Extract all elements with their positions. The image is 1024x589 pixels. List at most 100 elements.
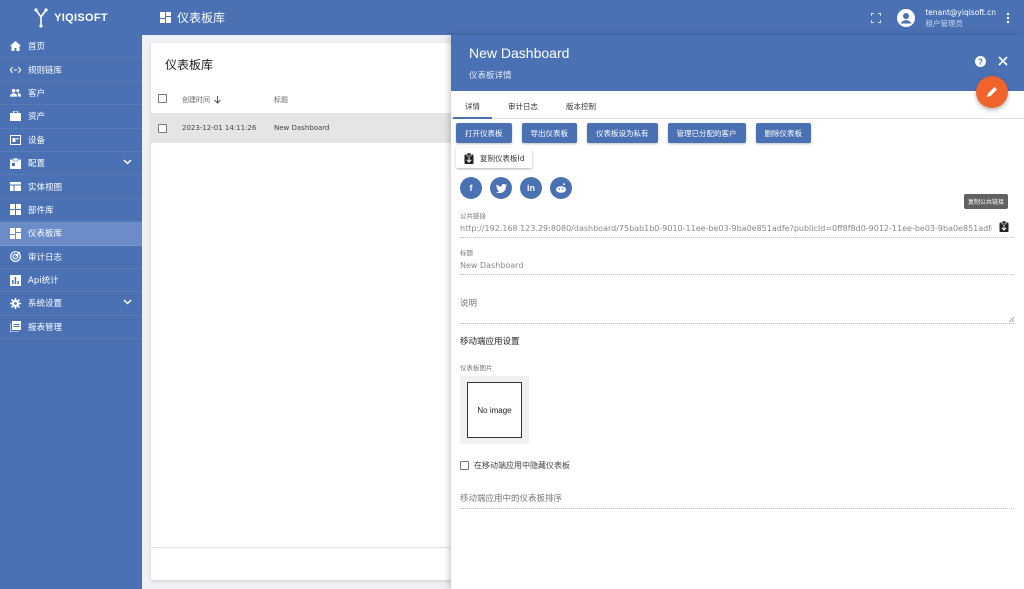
linkedin-icon[interactable]: in (520, 177, 542, 199)
public-link-field: 公共链接 http://192.168.123.29:8080/dashboar… (460, 210, 1014, 238)
list-title: 仪表板库 (165, 58, 214, 72)
sidebar-item-home[interactable]: 首页 (0, 35, 142, 59)
devices-icon (10, 134, 21, 145)
detail-subtitle: 仪表板详情 (469, 71, 512, 81)
sidebar-item-reports[interactable]: 报表管理 (0, 316, 142, 340)
user-email: tenant@yiqisoft.cn (925, 7, 996, 17)
row-checkbox[interactable] (158, 124, 167, 133)
open-dashboard-button[interactable]: 打开仪表板 (456, 123, 512, 143)
resize-handle-icon[interactable] (1009, 317, 1014, 322)
sidebar-item-settings[interactable]: 系统设置 (0, 292, 142, 316)
mobile-order-field[interactable]: 移动端应用中的仪表板排序 (460, 492, 1014, 509)
audit-log-icon (10, 251, 21, 263)
sidebar-item-entity-view[interactable]: 实体视图 (0, 175, 142, 199)
sort-arrow-down-icon (214, 96, 221, 104)
profiles-icon (10, 157, 21, 169)
delete-dashboard-button[interactable]: 删除仪表板 (755, 123, 811, 143)
assets-icon (10, 111, 21, 122)
close-icon[interactable] (998, 56, 1008, 66)
copy-dashboard-id-button[interactable]: 复制仪表板Id (456, 148, 533, 168)
dashboard-detail-panel: New Dashboard 仪表板详情 ? 详情 审计日志 版本控制 打开仪表板… (451, 35, 1024, 589)
manage-customers-button[interactable]: 管理已分配的客户 (667, 123, 746, 143)
sidebar-item-audit-log[interactable]: 审计日志 (0, 246, 142, 269)
hide-on-mobile-checkbox[interactable]: 在移动端应用中隐藏仪表板 (460, 460, 570, 471)
top-bar: YIQISOFT 仪表板库 tenant@yiqisoft.cn 租户管理员 (0, 0, 1024, 35)
sidebar-item-devices[interactable]: 设备 (0, 129, 142, 152)
tab-audit-log[interactable]: 审计日志 (508, 101, 538, 112)
copy-public-link-icon[interactable] (999, 221, 1009, 232)
avatar-icon[interactable] (897, 8, 916, 27)
chevron-down-icon[interactable] (123, 298, 132, 308)
sidebar-item-label: 报表管理 (28, 322, 63, 333)
chevron-down-icon[interactable] (123, 158, 132, 168)
make-private-button[interactable]: 仪表板设为私有 (587, 123, 658, 143)
settings-icon (10, 297, 21, 309)
svg-text:?: ? (978, 58, 983, 67)
fullscreen-icon[interactable] (871, 12, 882, 23)
rule-chain-icon (10, 64, 21, 75)
tab-version-control[interactable]: 版本控制 (566, 101, 596, 112)
user-role: 租户管理员 (925, 18, 963, 28)
column-created[interactable]: 创建时间 (182, 95, 221, 105)
dashboard-list-card: 仪表板库 创建时间 标题 2023-12-01 14:11:26 New Das… (151, 43, 471, 580)
entity-view-icon (10, 181, 21, 192)
title-field[interactable]: 标题 New Dashboard (460, 247, 1014, 275)
select-all-checkbox[interactable] (158, 94, 167, 103)
description-field[interactable]: 说明 (460, 297, 1014, 324)
sidebar-item-dashboards[interactable]: 仪表板库 (0, 222, 142, 246)
sidebar-item-rule-chain[interactable]: 规则链库 (0, 58, 142, 82)
sidebar-item-widgets[interactable]: 部件库 (0, 199, 142, 223)
sidebar-item-label: 资产 (28, 112, 46, 123)
sidebar-item-api-usage[interactable]: Api统计 (0, 269, 142, 293)
export-dashboard-button[interactable]: 导出仪表板 (521, 123, 577, 143)
detail-title: New Dashboard (469, 45, 570, 61)
twitter-icon[interactable] (490, 177, 512, 199)
brand-logo[interactable]: YIQISOFT (0, 0, 142, 35)
sidebar-item-label: 部件库 (28, 205, 54, 216)
title-label: 标题 (460, 249, 473, 257)
logo-icon (34, 7, 48, 28)
public-link-value[interactable]: http://192.168.123.29:8080/dashboard/75b… (460, 224, 992, 233)
facebook-icon[interactable]: f (460, 177, 482, 199)
sidebar-item-label: 配置 (28, 159, 46, 170)
page-title: 仪表板库 (177, 11, 226, 25)
sidebar-item-customers[interactable]: 客户 (0, 82, 142, 106)
table-row[interactable]: 2023-12-01 14:11:26 New Dashboard (151, 114, 471, 143)
row-created: 2023-12-01 14:11:26 (182, 124, 257, 132)
title-value: New Dashboard (460, 261, 524, 270)
sidebar-item-label: Api统计 (28, 276, 59, 287)
copy-dashboard-id-label: 复制仪表板Id (480, 153, 525, 163)
brand-name: YIQISOFT (54, 11, 108, 24)
sidebar-item-label: 实体视图 (28, 182, 63, 193)
api-usage-icon (10, 274, 21, 286)
detail-tabs: 详情 审计日志 版本控制 (451, 93, 1024, 119)
tab-details[interactable]: 详情 (453, 101, 492, 119)
more-vert-icon[interactable] (1006, 12, 1010, 24)
no-image-placeholder: No image (467, 382, 522, 438)
page-heading: 仪表板库 (160, 0, 225, 35)
widgets-icon (10, 204, 21, 216)
dashboard-image-label: 仪表板图片 (460, 364, 493, 372)
sidebar-item-label: 审计日志 (28, 252, 63, 263)
sidebar-item-label: 设备 (28, 135, 46, 146)
column-title[interactable]: 标题 (274, 95, 288, 105)
dashboards-icon (10, 227, 21, 239)
table-header: 创建时间 标题 (151, 85, 471, 114)
panel-header: New Dashboard 仪表板详情 ? (451, 35, 1024, 91)
customers-icon (10, 87, 21, 98)
sidebar-item-label: 首页 (28, 42, 46, 53)
public-link-label: 公共链接 (460, 212, 486, 220)
field-underline (460, 274, 1014, 275)
sidebar-item-assets[interactable]: 资产 (0, 105, 142, 129)
checkbox-box[interactable] (460, 461, 469, 470)
reddit-icon[interactable] (550, 177, 572, 199)
user-info[interactable]: tenant@yiqisoft.cn 租户管理员 (925, 7, 996, 29)
home-icon (10, 41, 21, 52)
dashboard-image-dropzone[interactable]: No image (460, 376, 529, 444)
help-icon[interactable]: ? (975, 56, 986, 67)
column-created-label: 创建时间 (182, 96, 210, 104)
sidebar-item-profiles[interactable]: 配置 (0, 152, 142, 176)
divider (151, 547, 471, 548)
action-buttons: 打开仪表板 导出仪表板 仪表板设为私有 管理已分配的客户 删除仪表板 (456, 123, 811, 143)
hide-on-mobile-label: 在移动端应用中隐藏仪表板 (474, 461, 570, 470)
